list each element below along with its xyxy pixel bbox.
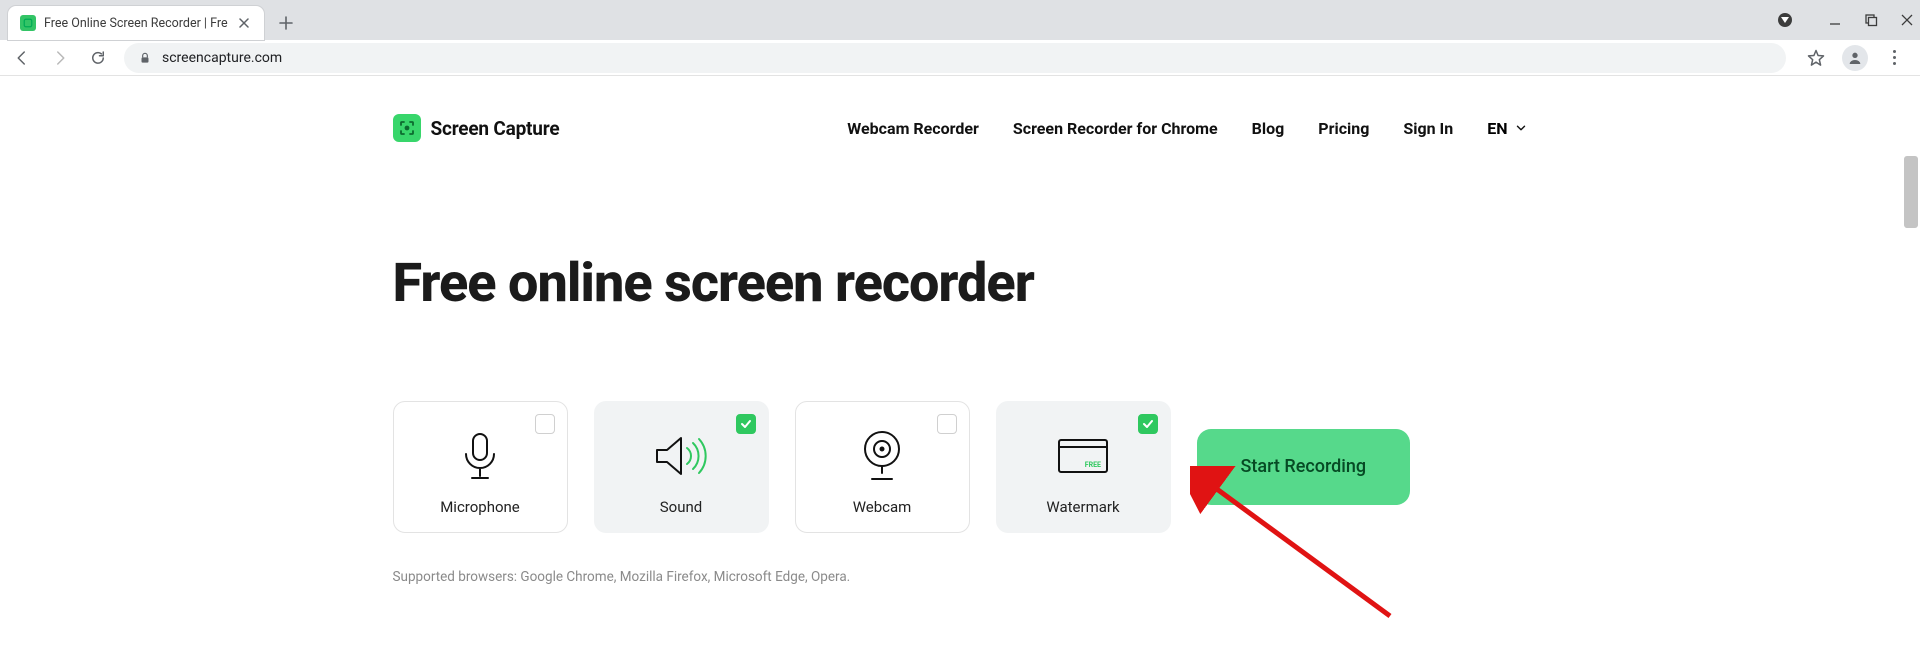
star-icon[interactable]	[1806, 48, 1826, 68]
scrollbar-thumb[interactable]	[1904, 156, 1918, 228]
option-watermark[interactable]: FREE Watermark	[996, 401, 1171, 533]
extension-icon[interactable]	[1778, 13, 1792, 27]
option-sound[interactable]: Sound	[594, 401, 769, 533]
back-button[interactable]	[10, 46, 34, 70]
brand-name: Screen Capture	[431, 117, 560, 140]
recording-options: Microphone Sound Webcam	[393, 401, 1528, 533]
favicon-icon	[20, 15, 36, 31]
supported-browsers-text: Supported browsers: Google Chrome, Mozil…	[393, 569, 1528, 585]
checkbox-sound[interactable]	[736, 414, 756, 434]
forward-button[interactable]	[48, 46, 72, 70]
option-label: Microphone	[440, 498, 520, 516]
nav-webcam-recorder[interactable]: Webcam Recorder	[847, 119, 979, 138]
nav-pricing[interactable]: Pricing	[1318, 119, 1369, 138]
browser-menu-icon[interactable]	[1884, 50, 1904, 65]
option-label: Sound	[660, 498, 702, 516]
nav-blog[interactable]: Blog	[1252, 119, 1285, 138]
microphone-icon	[457, 428, 503, 484]
option-label: Webcam	[853, 498, 912, 516]
webcam-icon	[858, 428, 906, 484]
brand[interactable]: Screen Capture	[393, 114, 560, 142]
lock-icon	[138, 51, 152, 65]
checkbox-microphone[interactable]	[535, 414, 555, 434]
language-label: EN	[1487, 119, 1507, 138]
checkbox-watermark[interactable]	[1138, 414, 1158, 434]
option-microphone[interactable]: Microphone	[393, 401, 568, 533]
url-text: screencapture.com	[162, 50, 282, 66]
nav-screen-recorder-chrome[interactable]: Screen Recorder for Chrome	[1013, 119, 1218, 138]
svg-text:FREE: FREE	[1085, 461, 1101, 469]
main-nav: Webcam Recorder Screen Recorder for Chro…	[847, 119, 1527, 138]
minimize-icon[interactable]	[1828, 13, 1842, 27]
profile-avatar[interactable]	[1842, 45, 1868, 71]
browser-tab-strip: Free Online Screen Recorder | Fre	[0, 0, 1920, 40]
close-window-icon[interactable]	[1900, 13, 1914, 27]
option-label: Watermark	[1046, 498, 1119, 516]
browser-address-bar: screencapture.com	[0, 40, 1920, 76]
tab-title: Free Online Screen Recorder | Fre	[44, 16, 228, 31]
watermark-icon: FREE	[1055, 428, 1111, 484]
browser-tab[interactable]: Free Online Screen Recorder | Fre	[8, 6, 264, 40]
chevron-down-icon	[1514, 121, 1528, 135]
url-bar[interactable]: screencapture.com	[124, 43, 1786, 73]
new-tab-button[interactable]	[272, 9, 300, 37]
page-viewport: Screen Capture Webcam Recorder Screen Re…	[0, 76, 1920, 653]
sound-icon	[653, 428, 709, 484]
checkbox-webcam[interactable]	[937, 414, 957, 434]
brand-logo-icon	[393, 114, 421, 142]
page-title: Free online screen recorder	[393, 256, 1528, 313]
language-selector[interactable]: EN	[1487, 119, 1527, 138]
window-controls	[1778, 0, 1914, 40]
reload-button[interactable]	[86, 46, 110, 70]
close-tab-icon[interactable]	[236, 15, 252, 31]
start-recording-button[interactable]: Start Recording	[1197, 429, 1411, 505]
site-header: Screen Capture Webcam Recorder Screen Re…	[393, 100, 1528, 156]
nav-sign-in[interactable]: Sign In	[1403, 119, 1453, 138]
option-webcam[interactable]: Webcam	[795, 401, 970, 533]
maximize-icon[interactable]	[1864, 13, 1878, 27]
